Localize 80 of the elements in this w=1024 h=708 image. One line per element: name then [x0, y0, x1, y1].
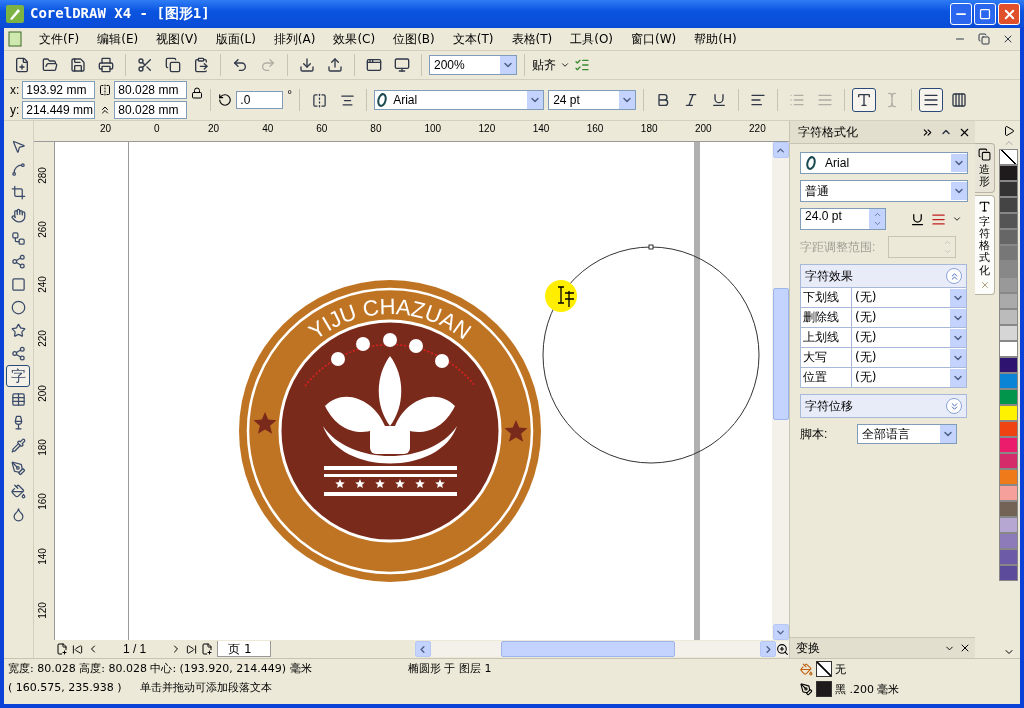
effect-dropdown[interactable]: (无)	[852, 348, 967, 367]
width-field[interactable]: 80.028 mm	[114, 81, 188, 99]
ruler-label: 20	[99, 123, 112, 134]
menu-item[interactable]: 视图(V)	[147, 30, 207, 48]
effect-label: 删除线	[801, 308, 853, 327]
x-field[interactable]: 193.92 mm	[22, 81, 96, 99]
ruler-label: 120	[36, 602, 48, 620]
effect-label: 位置	[801, 368, 853, 387]
cursor-coordinates: ( 160.575, 235.938 )	[8, 681, 122, 694]
section-title: 字符效果	[805, 267, 855, 285]
size-combo[interactable]: 24 pt	[548, 90, 637, 110]
object-info: 宽度: 80.028 高度: 80.028 中心: (193.920, 214.449) 毫米	[8, 661, 313, 676]
text-tool-button[interactable]: 字	[6, 365, 31, 387]
effect-dropdown[interactable]: (无)	[852, 328, 967, 347]
ruler-label: 200	[694, 123, 712, 134]
ruler-label: 80	[370, 123, 382, 134]
menu-item[interactable]: 编辑(E)	[88, 30, 148, 48]
kerning-label: 字距调整范围:	[800, 238, 876, 256]
ruler-label: 220	[749, 123, 766, 134]
ruler-label: 0	[153, 123, 160, 134]
ruler-label: 60	[316, 123, 328, 134]
menu-item[interactable]: 文件(F)	[30, 30, 89, 48]
menu-item[interactable]: 版面(L)	[206, 30, 265, 48]
docker-tab[interactable]: 造形	[975, 143, 996, 194]
height-field[interactable]: 80.028 mm	[114, 101, 188, 119]
effect-label: 上划线	[801, 328, 853, 347]
menu-item[interactable]: 效果(C)	[324, 30, 385, 48]
window-title: CorelDRAW X4 - [图形1]	[30, 5, 211, 23]
docker-title: 字符格式化	[798, 123, 860, 141]
outline-label: 黑 .200 毫米	[835, 681, 900, 697]
menu-item[interactable]: 位图(B)	[384, 30, 444, 48]
y-label: y:	[10, 103, 20, 117]
ruler-label: 120	[478, 123, 496, 134]
effect-label: 大写	[801, 348, 853, 367]
degree-label: °	[287, 88, 293, 102]
ruler-label: 260	[36, 221, 48, 239]
ruler-label: 140	[532, 123, 550, 134]
zoom-combo[interactable]: 200%	[429, 55, 517, 75]
ruler-label: 160	[586, 123, 604, 134]
object-layer: 椭圆形 于 图层 1	[408, 661, 493, 677]
menu-item[interactable]: 工具(O)	[561, 30, 622, 48]
menu-item[interactable]: 排列(A)	[264, 30, 325, 48]
script-combo[interactable]: 全部语言	[857, 424, 958, 444]
ruler-label: 220	[36, 330, 48, 348]
ruler-label: 280	[36, 167, 48, 184]
ruler-label: 40	[262, 123, 274, 134]
ruler-label: 160	[36, 493, 48, 511]
snap-menu[interactable]: 贴齐	[532, 56, 556, 74]
page-tab[interactable]: 页 1	[217, 641, 271, 657]
y-field[interactable]: 214.449 mm	[22, 101, 96, 119]
ruler-label: 180	[640, 123, 658, 134]
fill-label: 无	[835, 661, 846, 677]
size-spinbox[interactable]: 24.0 pt	[800, 208, 887, 230]
font-combo[interactable]: Arial	[800, 152, 969, 174]
section-header[interactable]: 字符效果	[801, 265, 967, 287]
ruler-label: 180	[36, 439, 48, 456]
style-combo[interactable]: 普通	[800, 180, 969, 202]
section-title: 字符位移	[805, 397, 855, 415]
x-label: x:	[10, 83, 20, 97]
ruler-label: 140	[36, 547, 48, 565]
font-combo[interactable]: Arial	[374, 90, 545, 110]
menu-item[interactable]: 窗口(W)	[622, 30, 686, 48]
effect-dropdown[interactable]: (无)	[852, 368, 967, 387]
status-hint: 单击并拖动可添加段落文本	[139, 680, 272, 695]
menu-item[interactable]: 帮助(H)	[685, 30, 746, 48]
rotation-field[interactable]: .0	[236, 91, 284, 109]
docker-tab[interactable]: 字符格式化	[975, 195, 996, 295]
ruler-label: 100	[424, 123, 442, 134]
effect-dropdown[interactable]: (无)	[852, 288, 967, 307]
effect-dropdown[interactable]: (无)	[852, 308, 967, 327]
script-label: 脚本:	[800, 425, 828, 443]
menu-item[interactable]: 文本(T)	[443, 30, 503, 48]
effect-label: 下划线	[801, 288, 853, 307]
section-header[interactable]: 字符位移	[801, 395, 967, 417]
menu-item[interactable]: 表格(T)	[502, 30, 562, 48]
page-counter: 1 / 1	[122, 642, 147, 656]
ruler-label: 200	[36, 384, 48, 402]
ruler-label: 240	[36, 275, 48, 293]
ruler-label: 20	[208, 123, 220, 134]
docker-title: 变换	[796, 639, 822, 657]
